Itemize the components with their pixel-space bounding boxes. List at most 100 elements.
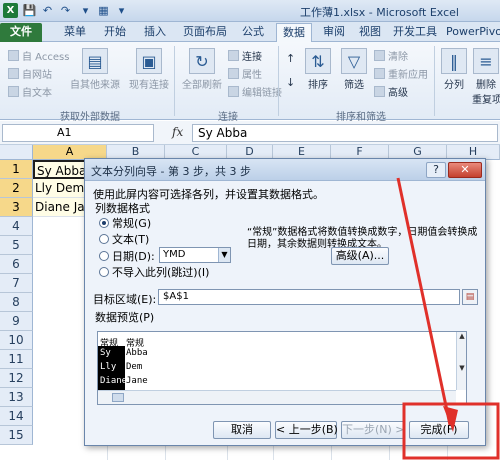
remove-duplicates-icon: ≡ bbox=[473, 48, 499, 74]
radio-date[interactable]: 日期(D): bbox=[99, 248, 155, 264]
reapply-button[interactable]: 重新应用 bbox=[374, 66, 428, 81]
web-icon bbox=[8, 68, 19, 79]
text-to-columns-button[interactable]: ‖ 分列 bbox=[440, 48, 468, 91]
row-header-8[interactable]: 8 bbox=[0, 293, 33, 312]
dropdown-icon[interactable]: ▾ bbox=[114, 3, 129, 18]
advanced-button[interactable]: 高级(A)... bbox=[331, 247, 389, 265]
formula-bar: A1 fx Sy Abba bbox=[0, 121, 500, 145]
from-other-sources-button[interactable]: ▤ 自其他来源 bbox=[68, 48, 122, 91]
tab-data[interactable]: 数据 bbox=[276, 23, 312, 42]
save-icon[interactable]: 💾 bbox=[22, 3, 37, 18]
tab-insert[interactable]: 插入 bbox=[140, 23, 170, 42]
tab-view[interactable]: 视图 bbox=[354, 23, 386, 42]
advanced-filter-icon bbox=[374, 86, 385, 97]
ribbon: 自 Access 自网站 自文本 ▤ 自其他来源 ▣ 现有连接 获取外部数据 ↻ 全部… bbox=[0, 42, 500, 123]
back-button[interactable]: < 上一步(B) bbox=[275, 421, 338, 439]
refresh-icon: ↻ bbox=[189, 48, 215, 74]
radio-icon bbox=[99, 251, 109, 261]
split-columns-icon: ‖ bbox=[441, 48, 467, 74]
date-format-select[interactable]: YMD ▼ bbox=[159, 247, 231, 263]
tab-file[interactable]: 文件 bbox=[0, 23, 42, 42]
window-title: 工作薄1.xlsx - Microsoft Excel bbox=[300, 6, 459, 19]
tab-developer[interactable]: 开发工具 bbox=[390, 23, 440, 42]
select-all-corner[interactable] bbox=[0, 145, 33, 160]
existing-connections-icon: ▣ bbox=[136, 48, 162, 74]
connections-button[interactable]: 连接 bbox=[228, 48, 262, 63]
tab-menu[interactable]: 菜单 bbox=[60, 23, 90, 42]
destination-input[interactable]: $A$1 bbox=[158, 289, 460, 305]
sort-descending-button[interactable]: ↓ bbox=[286, 76, 295, 89]
advanced-filter-button[interactable]: 高级 bbox=[374, 84, 408, 99]
text-to-columns-dialog: 文本分列向导 - 第 3 步，共 3 步 ? ✕ 使用此屏内容可选择各列，并设置… bbox=[84, 158, 486, 446]
formula-input[interactable]: Sy Abba bbox=[192, 124, 498, 142]
radio-text[interactable]: 文本(T) bbox=[99, 231, 149, 247]
edit-links-button[interactable]: 编辑链接 bbox=[228, 84, 282, 99]
grid-icon[interactable]: ▦ bbox=[96, 3, 111, 18]
sort-icon: ⇅ bbox=[305, 48, 331, 74]
radio-icon bbox=[99, 234, 109, 244]
ribbon-tabs: 文件 菜单 开始 插入 页面布局 公式 数据 审阅 视图 开发工具 PowerP… bbox=[0, 22, 500, 42]
preview-cell: Jane bbox=[126, 376, 148, 386]
row-header-12[interactable]: 12 bbox=[0, 369, 33, 388]
row-header-14[interactable]: 14 bbox=[0, 407, 33, 426]
remove-duplicates-button[interactable]: ≡ 删除 重复项 bbox=[472, 48, 500, 106]
cancel-button[interactable]: 取消 bbox=[213, 421, 271, 439]
row-header-13[interactable]: 13 bbox=[0, 388, 33, 407]
existing-connections-button[interactable]: ▣ 现有连接 bbox=[126, 48, 172, 91]
sort-descending-icon: ↓ bbox=[286, 76, 296, 89]
tab-review[interactable]: 审阅 bbox=[318, 23, 350, 42]
collapse-dialog-icon[interactable]: ▤ bbox=[462, 289, 478, 305]
tab-formulas[interactable]: 公式 bbox=[236, 23, 270, 42]
from-web-button[interactable]: 自网站 bbox=[8, 66, 52, 81]
properties-button[interactable]: 属性 bbox=[228, 66, 262, 81]
name-box[interactable]: A1 bbox=[2, 124, 154, 142]
next-button[interactable]: 下一步(N) > bbox=[341, 421, 405, 439]
redo-icon[interactable]: ↷ bbox=[58, 3, 73, 18]
tab-page-layout[interactable]: 页面布局 bbox=[180, 23, 230, 42]
data-preview[interactable]: 常规 常规 Sy Abba Lly Dem Diane Jane ▲ ▼ bbox=[97, 331, 467, 405]
preview-cell: Diane bbox=[100, 376, 128, 386]
row-header-11[interactable]: 11 bbox=[0, 350, 33, 369]
insert-function-icon[interactable]: fx bbox=[172, 125, 183, 139]
row-header-7[interactable]: 7 bbox=[0, 274, 33, 293]
radio-selected-icon bbox=[99, 218, 109, 228]
destination-label: 目标区域(E): bbox=[93, 293, 157, 306]
row-header-2[interactable]: 2 bbox=[0, 179, 33, 198]
radio-general[interactable]: 常规(G) bbox=[99, 215, 151, 231]
edit-links-icon bbox=[228, 86, 239, 97]
row-header-1[interactable]: 1 bbox=[0, 160, 33, 179]
finish-button[interactable]: 完成(F) bbox=[409, 421, 469, 439]
customize-toolbar-icon[interactable]: ▾ bbox=[78, 3, 93, 18]
from-access-button[interactable]: 自 Access bbox=[8, 48, 69, 63]
row-header-10[interactable]: 10 bbox=[0, 331, 33, 350]
preview-horizontal-scrollbar[interactable] bbox=[98, 390, 456, 404]
row-header-4[interactable]: 4 bbox=[0, 217, 33, 236]
excel-logo-icon: X bbox=[3, 3, 18, 18]
close-button[interactable]: ✕ bbox=[448, 162, 482, 178]
chevron-down-icon: ▼ bbox=[218, 248, 230, 262]
preview-cell: Sy bbox=[100, 348, 111, 358]
row-header-9[interactable]: 9 bbox=[0, 312, 33, 331]
filter-button[interactable]: ▽ 筛选 bbox=[338, 48, 370, 91]
tab-powerpivot[interactable]: PowerPivot bbox=[446, 23, 500, 42]
scroll-thumb[interactable] bbox=[112, 393, 124, 402]
connections-icon bbox=[228, 50, 239, 61]
undo-icon[interactable]: ↶ bbox=[40, 3, 55, 18]
clear-button[interactable]: 清除 bbox=[374, 48, 408, 63]
help-button[interactable]: ? bbox=[426, 162, 446, 178]
row-header-5[interactable]: 5 bbox=[0, 236, 33, 255]
group-separator bbox=[278, 46, 279, 116]
refresh-all-button[interactable]: ↻ 全部刷新 bbox=[180, 48, 224, 91]
row-header-6[interactable]: 6 bbox=[0, 255, 33, 274]
other-sources-icon: ▤ bbox=[82, 48, 108, 74]
preview-vertical-scrollbar[interactable]: ▲ ▼ bbox=[456, 332, 466, 390]
sort-button[interactable]: ⇅ 排序 bbox=[304, 48, 332, 91]
from-text-button[interactable]: 自文本 bbox=[8, 84, 52, 99]
row-header-15[interactable]: 15 bbox=[0, 426, 33, 445]
sort-ascending-button[interactable]: ↑ bbox=[286, 52, 295, 65]
row-header-3[interactable]: 3 bbox=[0, 198, 33, 217]
radio-skip-column[interactable]: 不导入此列(跳过)(I) bbox=[99, 264, 209, 280]
tab-home[interactable]: 开始 bbox=[100, 23, 130, 42]
preview-cell: Abba bbox=[126, 348, 148, 358]
group-separator bbox=[174, 46, 175, 116]
